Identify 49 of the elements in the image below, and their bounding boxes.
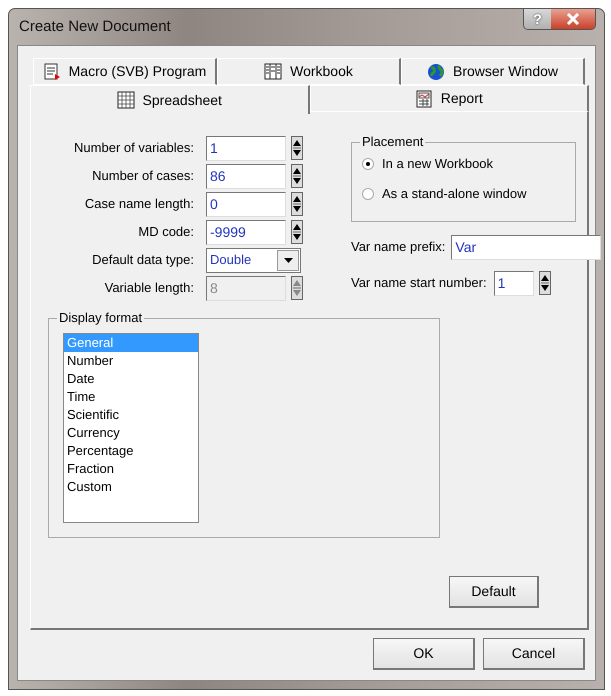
input-field[interactable]: Var bbox=[451, 234, 602, 260]
field-label: Default data type: bbox=[91, 251, 195, 270]
dropdown[interactable]: Double bbox=[206, 248, 301, 272]
field-label: Number of variables: bbox=[73, 139, 195, 158]
field-label: Var name prefix: bbox=[351, 238, 446, 256]
tab[interactable]: Workbook bbox=[217, 58, 401, 85]
list-item[interactable]: Time bbox=[64, 388, 198, 406]
list-item[interactable]: Number bbox=[64, 352, 198, 370]
spreadsheet-icon bbox=[116, 91, 135, 109]
input-field[interactable]: 86 bbox=[206, 164, 286, 188]
list-item[interactable]: Fraction bbox=[64, 460, 198, 478]
field-label: MD code: bbox=[137, 223, 195, 242]
spinner[interactable] bbox=[291, 192, 303, 216]
input-field[interactable]: -9999 bbox=[206, 220, 286, 244]
ok-button[interactable]: OK bbox=[373, 638, 475, 670]
tab[interactable]: Report bbox=[310, 85, 589, 112]
spinner[interactable] bbox=[538, 271, 551, 295]
globe-icon bbox=[426, 62, 445, 80]
spinner[interactable] bbox=[291, 136, 303, 160]
spinner[interactable] bbox=[291, 220, 303, 244]
list-item[interactable]: Date bbox=[64, 370, 198, 388]
list-item[interactable]: Custom bbox=[64, 478, 198, 496]
list-item[interactable]: Percentage bbox=[64, 442, 198, 460]
field-label: Variable length: bbox=[104, 279, 195, 298]
caret-icon bbox=[284, 258, 292, 262]
close-button[interactable] bbox=[551, 9, 595, 29]
field-label: Var name start number: bbox=[351, 274, 487, 292]
default-button[interactable]: Default bbox=[449, 576, 539, 608]
cancel-button[interactable]: Cancel bbox=[483, 638, 585, 670]
input-field[interactable]: 1 bbox=[206, 136, 286, 160]
document-icon bbox=[42, 62, 61, 80]
input-field[interactable]: 1 bbox=[494, 270, 534, 296]
field-label: Case name length: bbox=[84, 195, 195, 214]
group-label: Display format bbox=[57, 310, 144, 326]
radio-option[interactable]: In a new Workbook bbox=[352, 149, 500, 179]
field-label: Number of cases: bbox=[91, 167, 195, 186]
list-box[interactable]: General Number Date Time Scientific Currency Percentage Fraction Custom bbox=[63, 333, 199, 523]
list-item[interactable]: Scientific bbox=[64, 406, 198, 424]
workbook-icon bbox=[264, 62, 282, 80]
list-item[interactable]: Currency bbox=[64, 424, 198, 442]
window-title: Create New Document bbox=[18, 16, 171, 37]
spinner[interactable] bbox=[291, 164, 303, 188]
close-icon bbox=[566, 13, 580, 25]
tab[interactable]: Browser Window bbox=[401, 58, 585, 85]
tab[interactable]: Spreadsheet bbox=[30, 85, 310, 114]
report-icon bbox=[414, 90, 433, 108]
tab[interactable]: Macro (SVB) Program bbox=[33, 58, 217, 85]
input-field[interactable]: 0 bbox=[206, 192, 286, 216]
radio-option[interactable]: As a stand-alone window bbox=[352, 179, 533, 209]
